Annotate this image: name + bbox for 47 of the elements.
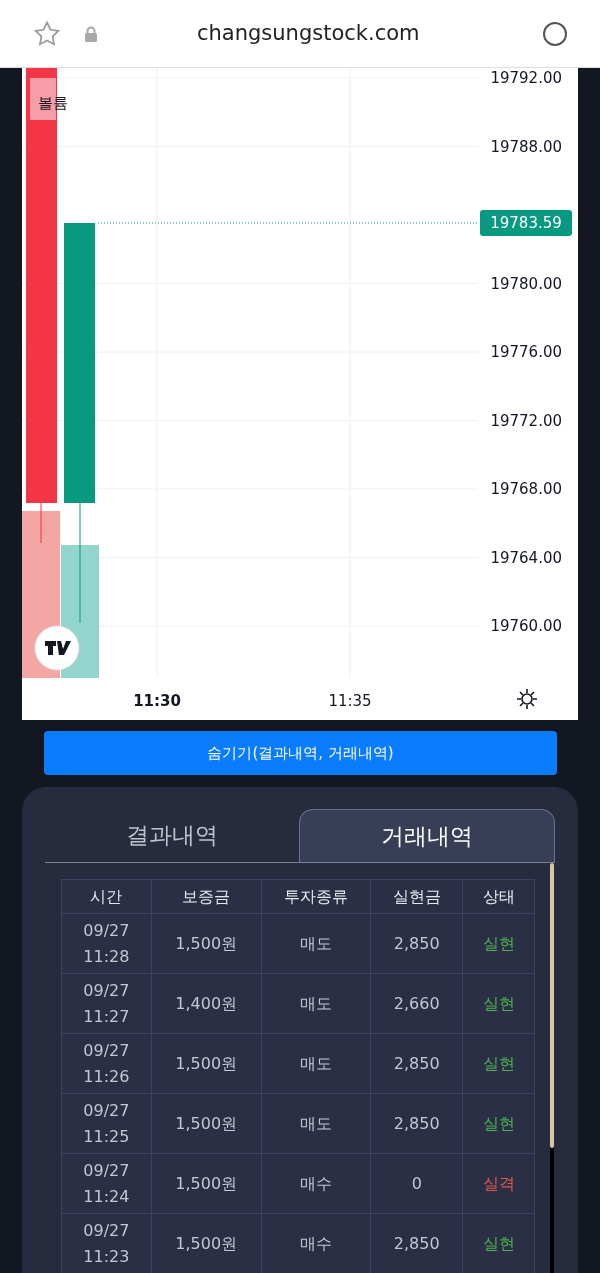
status-cell: 실현 (462, 1093, 535, 1154)
table-cell: 09/27 11:23 (61, 1213, 152, 1273)
column-header: 시간 (61, 879, 152, 914)
table-cell: 2,660 (370, 973, 463, 1034)
table-cell: 2,850 (370, 913, 463, 974)
status-cell: 실현 (462, 973, 535, 1034)
table-cell: 매도 (261, 1093, 371, 1154)
column-header: 보증금 (151, 879, 262, 914)
price-axis-label: 19792.00 (490, 67, 562, 89)
table-cell: 09/27 11:25 (61, 1093, 152, 1154)
price-axis-label: 19788.00 (490, 136, 562, 158)
table-cell: 매도 (261, 1033, 371, 1094)
volume-legend: 볼륨 (38, 92, 68, 115)
last-price-tag: 19783.59 (480, 210, 572, 236)
status-cell: 실격 (462, 1153, 535, 1214)
url-text[interactable]: changsungstock.com (197, 17, 420, 50)
table-cell: 09/27 11:26 (61, 1033, 152, 1094)
time-axis-label: 11:35 (328, 691, 372, 712)
table-cell: 2,850 (370, 1033, 463, 1094)
status-cell: 실현 (462, 1033, 535, 1094)
price-axis-label: 19780.00 (490, 273, 562, 295)
column-header: 상태 (462, 879, 535, 914)
table-cell: 09/27 11:27 (61, 973, 152, 1034)
table-cell: 1,400원 (151, 973, 262, 1034)
table-cell: 1,500원 (151, 1033, 262, 1094)
column-header: 투자종류 (261, 879, 371, 914)
status-cell: 실현 (462, 913, 535, 974)
hide-history-button[interactable]: 숨기기(결과내역, 거래내역) (44, 731, 557, 775)
price-axis-label: 19764.00 (490, 547, 562, 569)
table-cell: 매도 (261, 973, 371, 1034)
table-cell: 매도 (261, 913, 371, 974)
price-axis-label: 19776.00 (490, 341, 562, 363)
table-cell: 1,500원 (151, 1153, 262, 1214)
history-tab[interactable]: 거래내역 (299, 809, 555, 862)
table-cell: 09/27 11:24 (61, 1153, 152, 1214)
time-axis-label: 11:30 (133, 691, 181, 712)
table-cell: 1,500원 (151, 1093, 262, 1154)
history-tab[interactable]: 결과내역 (45, 809, 299, 862)
price-axis-label: 19760.00 (490, 615, 562, 637)
table-cell: 2,850 (370, 1093, 463, 1154)
table-cell: 0 (370, 1153, 463, 1214)
price-axis-label: 19772.00 (490, 410, 562, 432)
table-cell: 09/27 11:28 (61, 913, 152, 974)
table-cell: 1,500원 (151, 913, 262, 974)
column-header: 실현금 (370, 879, 463, 914)
table-cell: 매수 (261, 1153, 371, 1214)
price-axis-label: 19768.00 (490, 478, 562, 500)
